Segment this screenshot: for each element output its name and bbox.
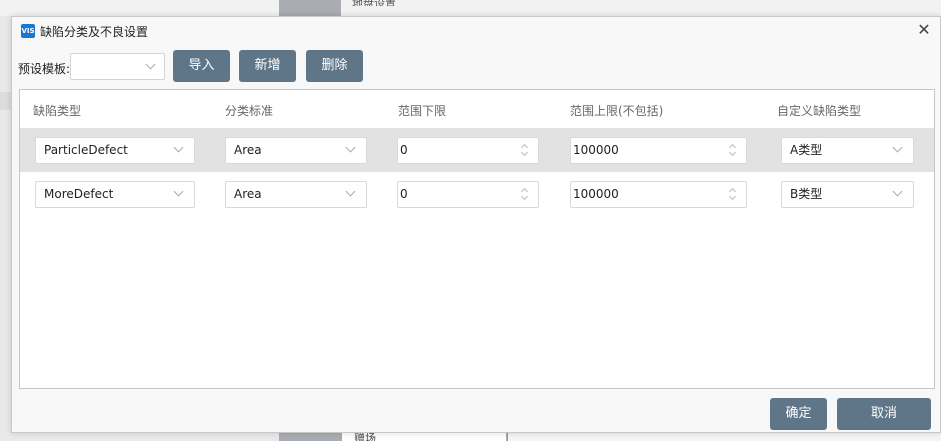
standard-value: Area xyxy=(234,187,262,201)
cancel-button[interactable]: 取消 xyxy=(837,398,931,430)
background-bottom-tab[interactable]: 赠场 xyxy=(341,432,507,441)
add-button[interactable]: 新增 xyxy=(239,50,296,82)
background-bottom-area xyxy=(507,432,941,441)
column-header-lower-limit: 范围下限 xyxy=(398,104,447,118)
table-row[interactable]: MoreDefect Area 0 100000 B类型 xyxy=(20,172,934,216)
chevron-down-icon xyxy=(173,186,184,197)
background-partial-text: 地盘设置 xyxy=(352,0,396,6)
chevron-down-icon xyxy=(345,142,356,153)
standard-value: Area xyxy=(234,143,262,157)
table-row[interactable]: ParticleDefect Area 0 100000 A类型 xyxy=(20,128,934,172)
import-button[interactable]: 导入 xyxy=(173,50,230,82)
defect-settings-dialog: VIS 缺陷分类及不良设置 ✕ 预设模板: 导入 新增 删除 缺陷类型 分类标准… xyxy=(11,16,941,433)
lower-limit-stepper[interactable]: 0 xyxy=(397,181,539,208)
spinner-arrows-icon[interactable] xyxy=(521,187,529,201)
custom-type-select[interactable]: B类型 xyxy=(781,181,914,208)
standard-select[interactable]: Area xyxy=(225,181,367,208)
custom-type-select[interactable]: A类型 xyxy=(781,137,914,164)
defect-type-select[interactable]: ParticleDefect xyxy=(35,137,195,164)
defect-type-value: ParticleDefect xyxy=(44,143,128,157)
ok-button[interactable]: 确定 xyxy=(770,398,827,430)
column-header-standard: 分类标准 xyxy=(225,104,274,118)
chevron-down-icon xyxy=(892,142,903,153)
chevron-down-icon xyxy=(145,59,156,70)
custom-type-value: A类型 xyxy=(790,143,823,157)
table-header: 缺陷类型 分类标准 范围下限 范围上限(不包括) 自定义缺陷类型 xyxy=(20,90,934,129)
defect-type-value: MoreDefect xyxy=(44,187,114,201)
column-header-custom-type: 自定义缺陷类型 xyxy=(777,104,862,118)
chevron-down-icon xyxy=(345,186,356,197)
spinner-arrows-icon[interactable] xyxy=(729,143,737,157)
background-panel-bottom xyxy=(279,432,341,441)
lower-limit-value: 0 xyxy=(400,187,408,201)
upper-limit-value: 100000 xyxy=(573,187,619,201)
upper-limit-value: 100000 xyxy=(573,143,619,157)
preset-template-select[interactable] xyxy=(70,53,165,80)
chevron-down-icon xyxy=(892,186,903,197)
lower-limit-stepper[interactable]: 0 xyxy=(397,137,539,164)
chevron-down-icon xyxy=(173,142,184,153)
lower-limit-value: 0 xyxy=(400,143,408,157)
upper-limit-stepper[interactable]: 100000 xyxy=(570,181,747,208)
standard-select[interactable]: Area xyxy=(225,137,367,164)
spinner-arrows-icon[interactable] xyxy=(729,187,737,201)
column-header-upper-limit: 范围上限(不包括) xyxy=(570,104,664,118)
custom-type-value: B类型 xyxy=(790,187,823,201)
spinner-arrows-icon[interactable] xyxy=(521,143,529,157)
upper-limit-stepper[interactable]: 100000 xyxy=(570,137,747,164)
preset-template-label: 预设模板: xyxy=(18,62,71,76)
delete-button[interactable]: 删除 xyxy=(306,50,363,82)
close-icon[interactable]: ✕ xyxy=(914,20,934,40)
dialog-titlebar: VIS 缺陷分类及不良设置 ✕ xyxy=(12,17,940,45)
defect-table: 缺陷类型 分类标准 范围下限 范围上限(不包括) 自定义缺陷类型 Particl… xyxy=(19,89,935,389)
dialog-title: 缺陷分类及不良设置 xyxy=(40,25,149,39)
background-panel-top xyxy=(279,0,341,16)
defect-type-select[interactable]: MoreDefect xyxy=(35,181,195,208)
toolbar: 预设模板: 导入 新增 删除 xyxy=(12,50,940,84)
app-logo-icon: VIS xyxy=(21,24,35,38)
background-app-top xyxy=(0,0,941,16)
column-header-defect-type: 缺陷类型 xyxy=(33,104,82,118)
